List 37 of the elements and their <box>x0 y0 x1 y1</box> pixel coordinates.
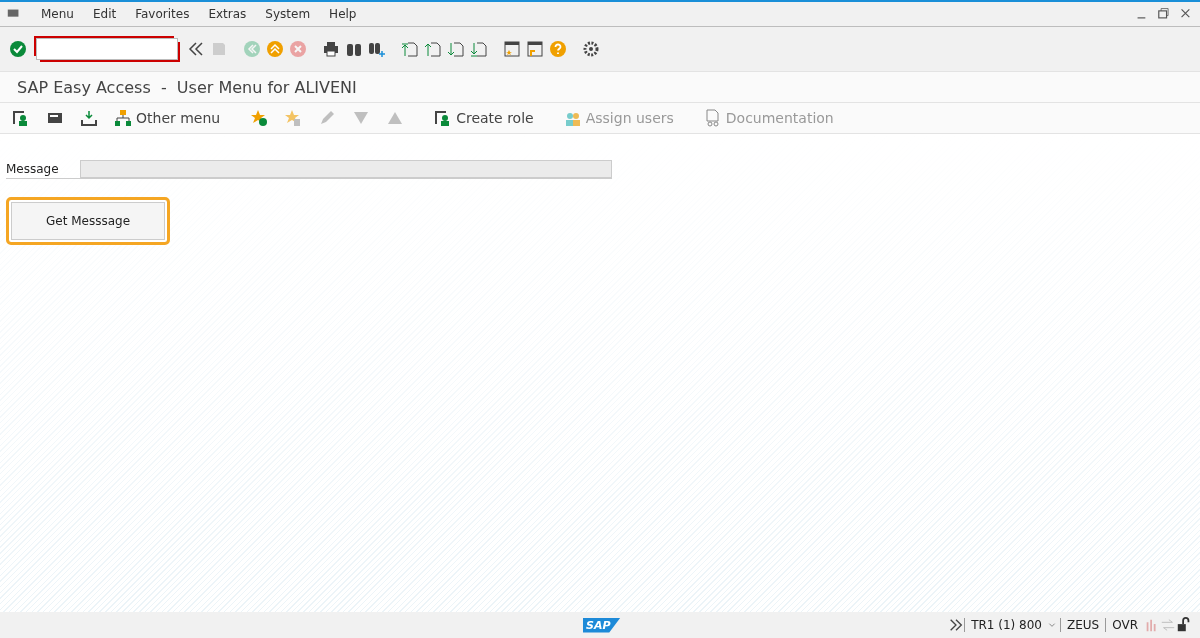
logo: SAP <box>583 617 621 633</box>
command-field[interactable] <box>36 38 178 60</box>
menu-item[interactable]: Menu <box>41 7 74 21</box>
page-down-icon[interactable] <box>447 40 465 58</box>
person-frame-icon <box>12 109 30 127</box>
screen-title: SAP Easy Access - User Menu for ALIVENI <box>0 71 1200 103</box>
menu-item[interactable]: Help <box>329 7 357 21</box>
help-icon[interactable] <box>549 40 567 58</box>
pencil-icon <box>318 109 337 127</box>
page-up-icon[interactable] <box>424 40 442 58</box>
download-tray-icon <box>80 109 98 127</box>
menu-item[interactable]: Favorites <box>135 7 190 21</box>
page-first-icon[interactable] <box>401 40 419 58</box>
toolbar-button[interactable]: Create role <box>432 109 536 127</box>
padlock-icon[interactable] <box>1176 616 1192 634</box>
menu-item[interactable]: Edit <box>92 7 117 21</box>
star-add-icon <box>250 109 269 127</box>
document-glasses-icon <box>703 109 722 127</box>
system-info[interactable]: TR1 (1) 800 <box>964 618 1048 632</box>
hierarchy-icon <box>114 109 132 127</box>
insert-mode[interactable]: OVR <box>1105 618 1144 632</box>
page-last-icon[interactable] <box>470 40 488 58</box>
settings-icon[interactable] <box>582 40 600 58</box>
get-message-button[interactable]: Get Messsage <box>6 197 170 245</box>
menu-item[interactable]: Extras <box>208 7 247 21</box>
message-field[interactable] <box>80 160 612 178</box>
double-chevron-right-icon[interactable] <box>948 616 965 634</box>
toolbar-button[interactable]: Other menu <box>112 109 223 127</box>
menu-item[interactable]: System <box>265 7 311 21</box>
double-chevron-icon[interactable] <box>187 40 205 58</box>
star-delete-icon <box>284 109 303 127</box>
check-icon[interactable] <box>9 40 27 58</box>
server-name: ZEUS <box>1060 618 1106 632</box>
up-icon[interactable] <box>266 40 284 58</box>
download-tray-button[interactable] <box>78 109 100 127</box>
printer-icon[interactable] <box>322 40 340 58</box>
message-label: Message <box>6 162 60 176</box>
